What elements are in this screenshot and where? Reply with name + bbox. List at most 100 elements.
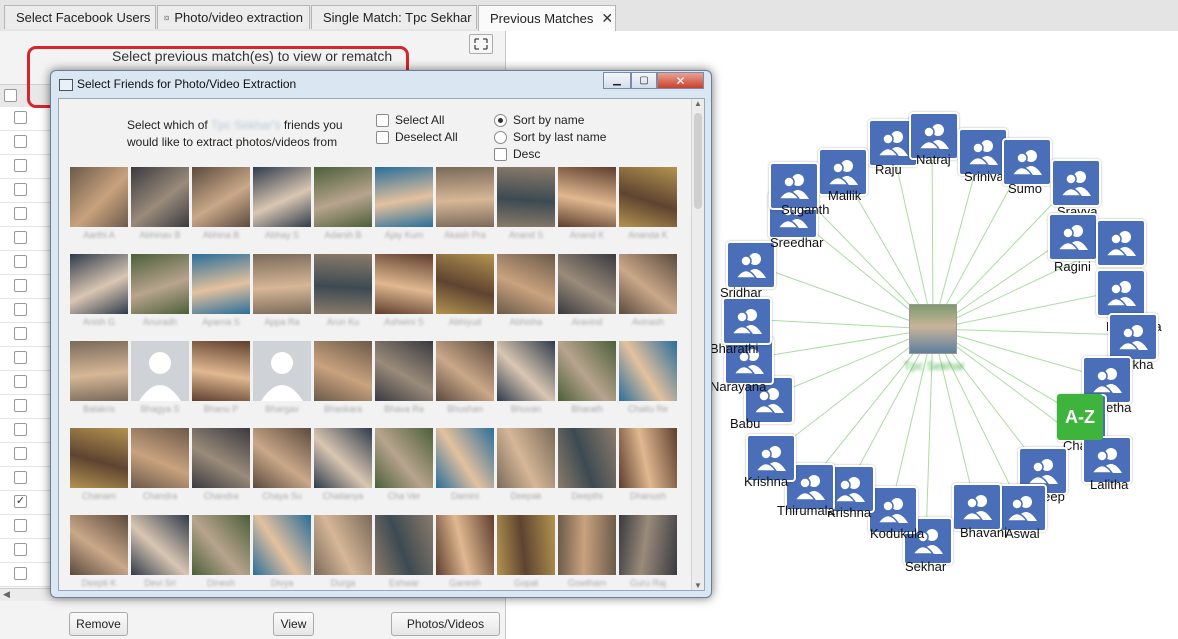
sort-by-last-name-radio[interactable] — [494, 130, 507, 144]
friend-tile[interactable]: Bhargav — [253, 341, 311, 414]
close-tab-icon[interactable]: ✕ — [601, 10, 613, 27]
friend-photo[interactable] — [497, 515, 555, 575]
friend-tile[interactable]: Abhina B — [192, 167, 250, 240]
deselect-all-option[interactable]: Deselect All — [376, 130, 458, 144]
tab-photo-video-extraction[interactable]: Photo/video extraction — [157, 5, 310, 29]
friend-photo[interactable] — [558, 254, 616, 314]
friend-tile[interactable]: Aravind — [558, 254, 616, 327]
friend-tile[interactable]: Abhinav B — [131, 167, 189, 240]
friend-node[interactable] — [1096, 219, 1146, 267]
row-checkbox[interactable] — [14, 111, 27, 124]
row-checkbox[interactable] — [14, 447, 27, 460]
friend-tile[interactable]: Anuradh — [131, 254, 189, 327]
friend-node[interactable] — [726, 241, 776, 289]
row-checkbox[interactable] — [14, 207, 27, 220]
desc-checkbox[interactable] — [494, 147, 507, 161]
friend-tile[interactable]: Chanam — [70, 428, 128, 501]
photos-videos-button[interactable]: Photos/Videos — [391, 612, 500, 636]
row-checkbox[interactable] — [14, 183, 27, 196]
friend-photo[interactable] — [497, 254, 555, 314]
row-checkbox[interactable] — [14, 327, 27, 340]
friend-photo[interactable] — [192, 428, 250, 488]
row-checkbox[interactable] — [14, 471, 27, 484]
friend-photo[interactable] — [131, 428, 189, 488]
row-checkbox[interactable] — [14, 135, 27, 148]
friend-photo[interactable] — [70, 341, 128, 401]
friend-tile[interactable]: Balakris — [70, 341, 128, 414]
friend-photo[interactable] — [436, 515, 494, 575]
friend-tile[interactable]: Akash Pra — [436, 167, 494, 240]
scroll-thumb[interactable] — [694, 113, 702, 209]
friend-photo[interactable] — [619, 341, 677, 401]
row-checkbox[interactable] — [14, 351, 27, 364]
az-sort-badge[interactable]: A-Z — [1057, 394, 1103, 440]
friend-tile[interactable]: Ganesh — [436, 515, 494, 588]
friend-photo[interactable] — [497, 341, 555, 401]
friend-photo[interactable] — [314, 167, 372, 227]
friend-tile[interactable]: Bhanu P — [192, 341, 250, 414]
friend-tile[interactable]: Bharath — [558, 341, 616, 414]
row-checkbox[interactable] — [14, 423, 27, 436]
vertical-scrollbar[interactable]: ▲ ▼ — [691, 99, 704, 590]
friend-tile[interactable]: Ashwini S — [375, 254, 433, 327]
friend-photo[interactable] — [558, 341, 616, 401]
friend-tile[interactable]: Durga — [314, 515, 372, 588]
friend-node[interactable] — [1051, 159, 1101, 207]
row-checkbox[interactable] — [14, 399, 27, 412]
select-all-checkbox[interactable] — [376, 113, 389, 127]
friend-photo[interactable] — [253, 341, 311, 401]
friend-tile[interactable]: Abhay S — [253, 167, 311, 240]
friend-photo[interactable] — [497, 428, 555, 488]
friend-photo[interactable] — [619, 428, 677, 488]
friend-tile[interactable]: Arun Ku — [314, 254, 372, 327]
friend-photo[interactable] — [314, 341, 372, 401]
row-checkbox[interactable]: ✓ — [14, 495, 27, 508]
row-checkbox[interactable] — [14, 279, 27, 292]
friend-photo[interactable] — [436, 167, 494, 227]
friend-photo[interactable] — [253, 254, 311, 314]
friend-tile[interactable]: Chandra — [131, 428, 189, 501]
row-checkbox[interactable] — [14, 567, 27, 580]
tab-select-facebook-users[interactable]: Select Facebook Users — [4, 5, 156, 29]
friend-photo[interactable] — [131, 167, 189, 227]
friend-photo[interactable] — [619, 254, 677, 314]
friend-tile[interactable]: Gopal — [497, 515, 555, 588]
friend-node[interactable] — [1096, 269, 1146, 317]
row-checkbox[interactable] — [14, 543, 27, 556]
friend-tile[interactable]: Chaya Su — [253, 428, 311, 501]
friend-photo[interactable] — [70, 167, 128, 227]
friend-photo[interactable] — [314, 515, 372, 575]
friend-node[interactable] — [1002, 138, 1052, 186]
friend-photo[interactable] — [375, 254, 433, 314]
friend-tile[interactable]: Deepak — [497, 428, 555, 501]
friend-tile[interactable]: Aparna S — [192, 254, 250, 327]
row-checkbox[interactable] — [14, 159, 27, 172]
row-checkbox[interactable] — [14, 375, 27, 388]
tab-previous-matches[interactable]: Previous Matches ✕ — [478, 5, 616, 31]
restore-button[interactable]: ▢ — [631, 72, 657, 89]
scroll-down-icon[interactable]: ▼ — [694, 581, 702, 590]
friend-tile[interactable]: Appa Ra — [253, 254, 311, 327]
friend-tile[interactable]: Anish G — [70, 254, 128, 327]
friend-tile[interactable]: Damini — [436, 428, 494, 501]
friend-tile[interactable]: Avinash — [619, 254, 677, 327]
friend-tile[interactable]: Divya — [253, 515, 311, 588]
row-checkbox[interactable] — [14, 303, 27, 316]
friend-photo[interactable] — [436, 254, 494, 314]
friend-tile[interactable]: Chandra — [192, 428, 250, 501]
friend-node[interactable] — [1108, 313, 1158, 361]
friend-photo[interactable] — [558, 428, 616, 488]
friend-photo[interactable] — [375, 341, 433, 401]
minimize-button[interactable]: ▁ — [603, 72, 631, 89]
friend-tile[interactable]: Bhuvan — [497, 341, 555, 414]
friend-photo[interactable] — [253, 515, 311, 575]
friend-tile[interactable]: Bhushan — [436, 341, 494, 414]
deselect-all-checkbox[interactable] — [376, 130, 389, 144]
friend-node[interactable] — [1048, 213, 1098, 261]
select-all-checkbox[interactable] — [4, 89, 17, 102]
friend-photo[interactable] — [375, 167, 433, 227]
tab-single-match[interactable]: Single Match: Tpc Sekhar — [311, 5, 477, 29]
maximize-button[interactable] — [469, 34, 493, 54]
friend-tile[interactable]: Adarsh B — [314, 167, 372, 240]
friend-photo[interactable] — [70, 515, 128, 575]
